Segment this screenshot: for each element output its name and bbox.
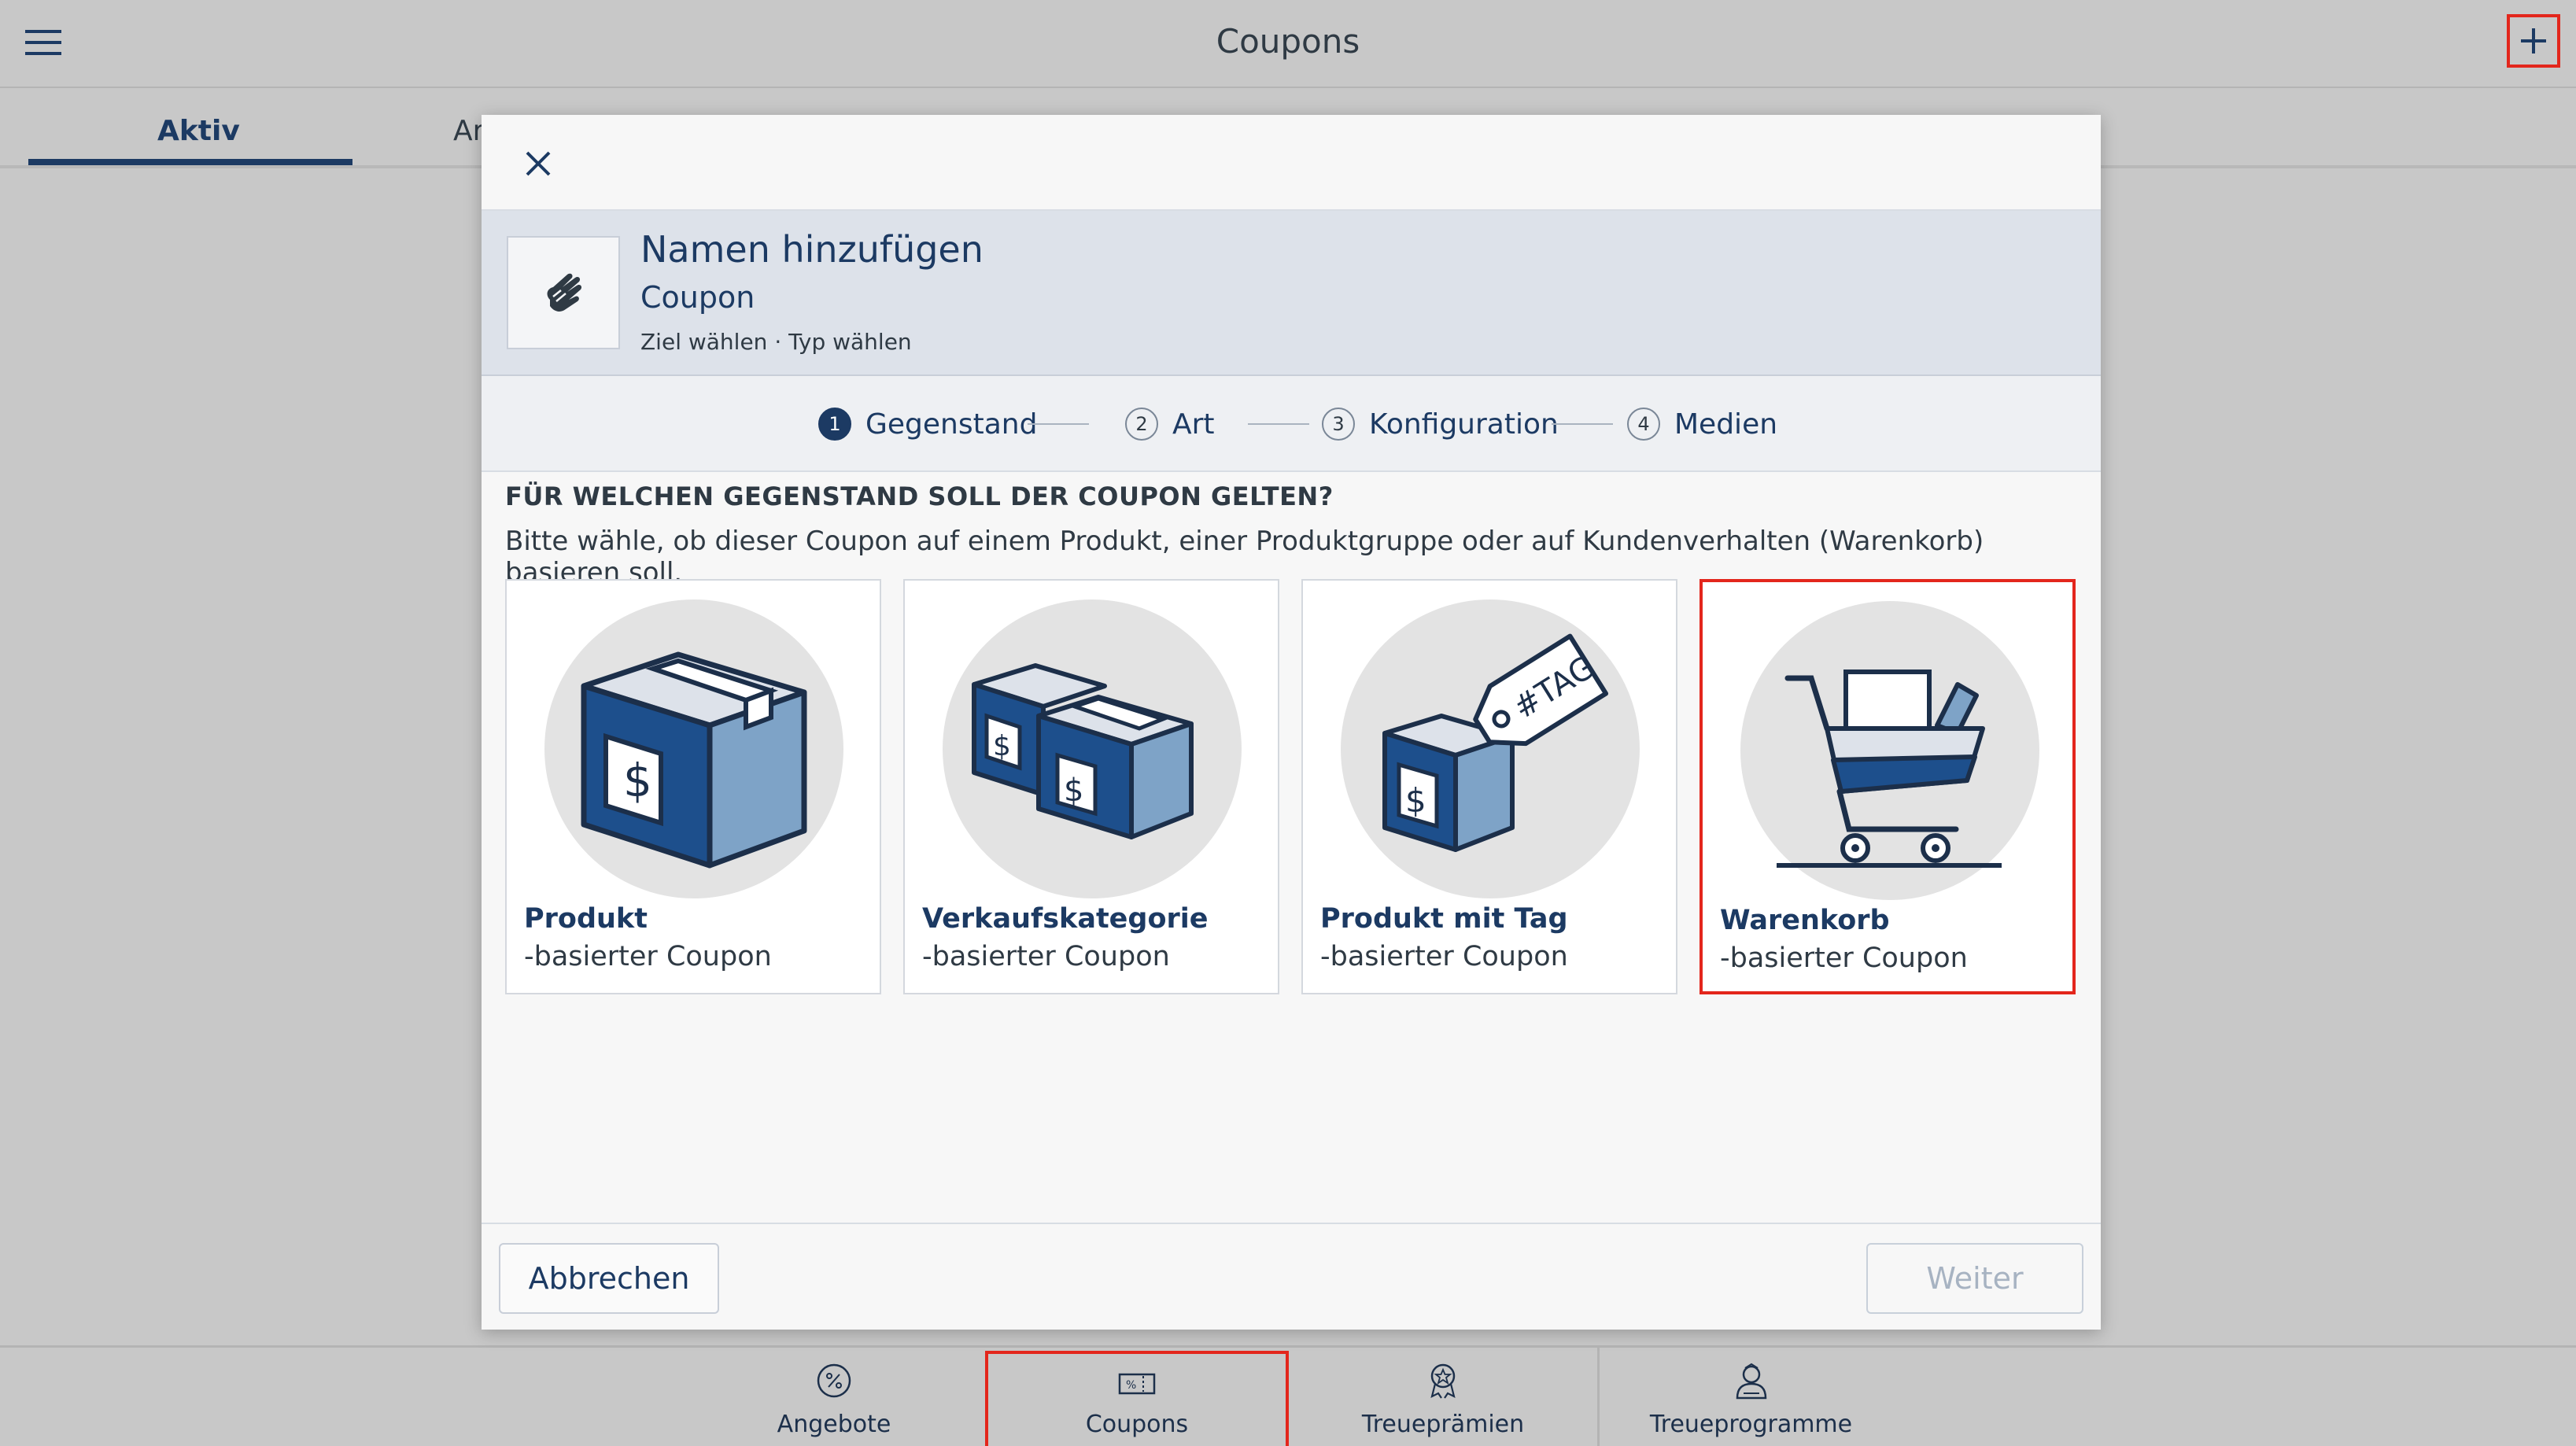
step-label: Gegenstand: [865, 408, 1038, 441]
active-tab-indicator: [28, 159, 352, 165]
create-coupon-dialog: Namen hinzufügen Coupon Ziel wählen · Ty…: [482, 115, 2101, 1330]
cancel-button[interactable]: Abbrechen: [499, 1243, 719, 1314]
option-subtitle: -basierter Coupon: [1720, 942, 1968, 974]
option-subtitle: -basierter Coupon: [922, 941, 1170, 972]
close-icon: [526, 151, 551, 176]
bottom-navigation: Angebote % Coupons Treueprämien Treuepro…: [0, 1345, 2576, 1446]
option-title: Produkt: [524, 903, 648, 935]
shopping-cart-icon: [1740, 601, 2039, 900]
option-title: Verkaufskategorie: [922, 903, 1209, 935]
category-boxes-icon: $ $: [943, 599, 1242, 898]
step-connector: [1028, 423, 1089, 425]
nav-item-angebote[interactable]: Angebote: [755, 1348, 913, 1446]
nav-label-treuepraemien: Treueprämien: [1361, 1411, 1525, 1438]
wizard-stepper: 1 Gegenstand 2 Art 3 Konfiguration 4 Med…: [482, 376, 2101, 472]
nav-label-angebote: Angebote: [777, 1411, 891, 1438]
nav-item-coupons[interactable]: % Coupons: [985, 1351, 1289, 1446]
step-label: Medien: [1674, 408, 1778, 441]
add-coupon-button[interactable]: [2507, 14, 2560, 68]
tab-archiv[interactable]: Ar: [453, 115, 484, 147]
svg-text:%: %: [1126, 1379, 1136, 1392]
svg-text:$: $: [1405, 781, 1426, 820]
loyalty-person-icon: [1736, 1363, 1766, 1400]
percent-badge-icon: [817, 1363, 851, 1398]
close-button[interactable]: [507, 132, 570, 195]
tagged-box-icon: $ #TAG: [1341, 599, 1640, 898]
nav-item-treueprogramme[interactable]: Treueprogramme: [1597, 1348, 1902, 1446]
step-label: Konfiguration: [1369, 408, 1559, 441]
dialog-subtitle: Coupon: [640, 280, 755, 315]
coupon-ticket-icon: %: [1118, 1373, 1156, 1395]
option-card-warenkorb[interactable]: Warenkorb -basierter Coupon: [1699, 579, 2076, 994]
option-card-produkt-mit-tag[interactable]: $ #TAG Produkt mit Tag -basierter Coupon: [1301, 579, 1677, 994]
award-ribbon-icon: [1430, 1363, 1456, 1399]
option-card-produkt[interactable]: $ Produkt -basierter Coupon: [505, 579, 881, 994]
dialog-toolbar: [482, 115, 2101, 211]
option-subtitle: -basierter Coupon: [1320, 941, 1568, 972]
dialog-header: Namen hinzufügen Coupon Ziel wählen · Ty…: [482, 211, 2101, 376]
product-box-icon: $: [544, 599, 843, 898]
step-medien[interactable]: 4 Medien: [1627, 408, 1777, 441]
step-gegenstand[interactable]: 1 Gegenstand: [818, 408, 1037, 441]
dialog-title: Namen hinzufügen: [640, 228, 984, 271]
step-art[interactable]: 2 Art: [1125, 408, 1215, 441]
nav-label-treueprogramme: Treueprogramme: [1649, 1411, 1853, 1438]
top-app-bar: Coupons: [0, 0, 2576, 88]
step-number: 4: [1627, 408, 1660, 441]
nav-label-coupons: Coupons: [1085, 1411, 1189, 1438]
step-number: 2: [1125, 408, 1158, 441]
hand-gesture-icon: [547, 273, 582, 312]
step-connector: [1248, 423, 1309, 425]
step-connector: [1552, 423, 1613, 425]
dialog-step-summary: Ziel wählen · Typ wählen: [640, 329, 912, 355]
option-subtitle: -basierter Coupon: [524, 941, 772, 972]
page-title: Coupons: [1216, 22, 1360, 61]
tab-aktiv[interactable]: Aktiv: [157, 115, 240, 147]
option-title: Warenkorb: [1720, 905, 1890, 936]
option-card-verkaufskategorie[interactable]: $ $ Verkaufskategorie -basierter Coupon: [903, 579, 1279, 994]
option-title: Produkt mit Tag: [1320, 903, 1568, 935]
dialog-footer: Abbrechen Weiter: [482, 1223, 2101, 1330]
plus-icon: [2521, 28, 2546, 53]
next-button[interactable]: Weiter: [1866, 1243, 2083, 1314]
question-title: FÜR WELCHEN GEGENSTAND SOLL DER COUPON G…: [505, 481, 1334, 511]
step-number: 1: [818, 408, 851, 441]
nav-item-treuepraemien[interactable]: Treueprämien: [1290, 1348, 1596, 1446]
svg-text:$: $: [993, 730, 1011, 762]
step-number: 3: [1322, 408, 1355, 441]
coupon-type-badge: [507, 236, 620, 349]
svg-text:$: $: [1064, 773, 1083, 809]
step-label: Art: [1172, 408, 1215, 441]
step-konfiguration[interactable]: 3 Konfiguration: [1322, 408, 1559, 441]
svg-text:$: $: [623, 754, 652, 807]
